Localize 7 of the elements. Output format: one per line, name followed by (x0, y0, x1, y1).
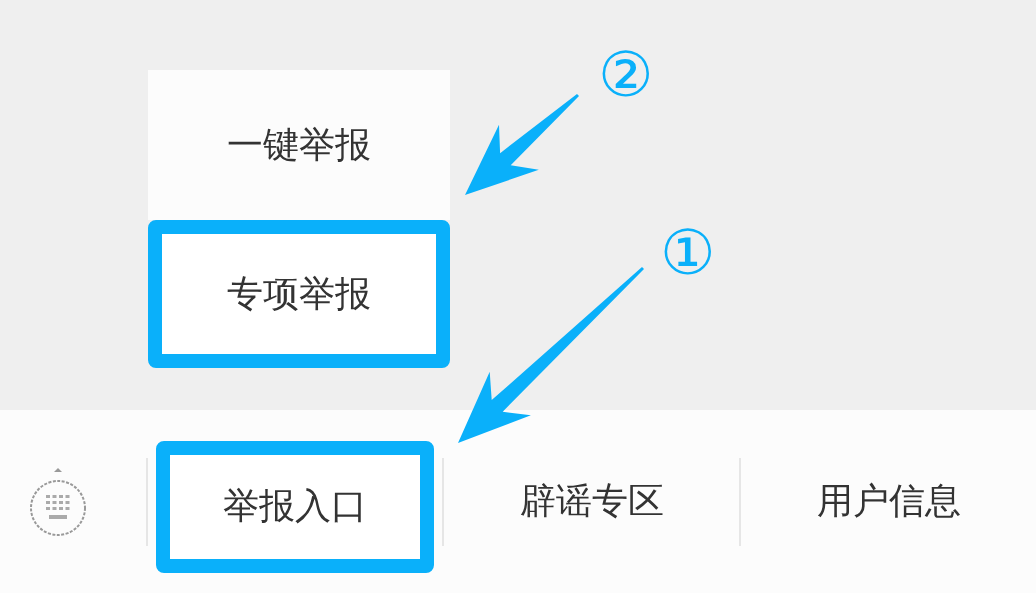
submenu-item[interactable]: 专项举报 (148, 220, 450, 368)
menu-tab[interactable]: 辟谣专区 (452, 435, 731, 568)
submenu-item[interactable]: 一键举报 (148, 70, 450, 220)
menu-tab[interactable]: 用户信息 (749, 435, 1028, 568)
menu-tab[interactable]: 举报入口 (155, 440, 434, 573)
step-number: ② (598, 44, 654, 106)
step-number: ① (660, 222, 716, 284)
